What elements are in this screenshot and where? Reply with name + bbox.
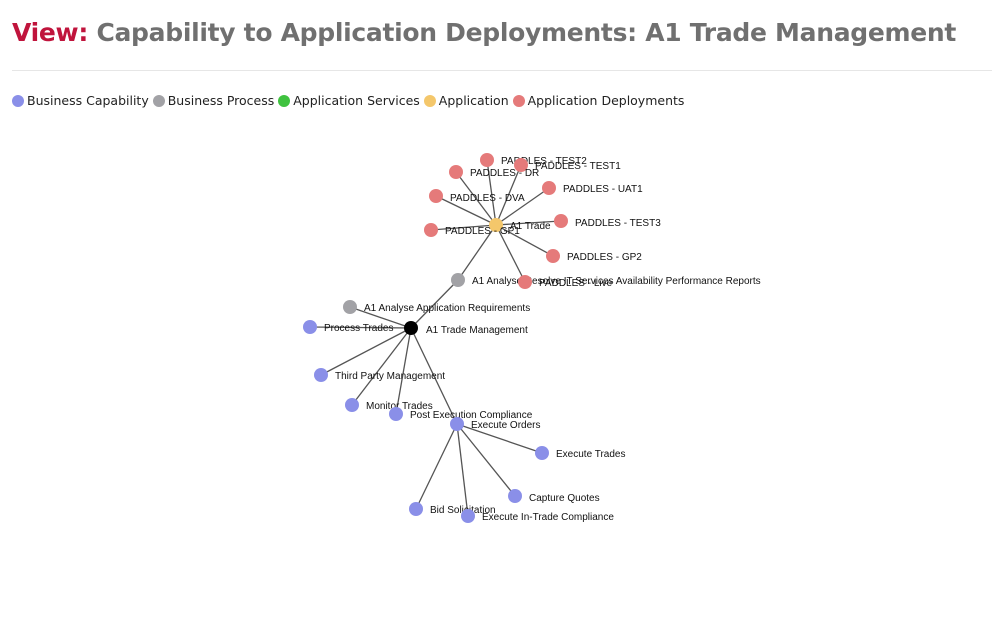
deployment-node-dot-icon[interactable] — [480, 153, 494, 167]
node-label: PADDLES - DVA — [450, 193, 525, 204]
link-execute-orders-to-bid-solicitation — [415, 423, 458, 510]
node-paddles-gp2[interactable]: PADDLES - GP2 — [546, 249, 642, 263]
node-paddles-dr[interactable]: PADDLES - DR — [449, 165, 539, 179]
capability-graph: A1 Trade Management A1 Analyse Applicatio… — [303, 153, 761, 523]
capability-node-dot-icon[interactable] — [535, 446, 549, 460]
node-label: PADDLES - GP1 — [445, 226, 520, 237]
capability-node-dot-icon[interactable] — [389, 407, 403, 421]
node-third-party-management[interactable]: Third Party Management — [314, 368, 445, 382]
deployment-node-dot-icon[interactable] — [542, 181, 556, 195]
deployment-node-dot-icon[interactable] — [518, 275, 532, 289]
graph-nodes: A1 Trade Management A1 Analyse Applicatio… — [303, 153, 761, 523]
graph-links — [309, 159, 562, 517]
capability-node-dot-icon[interactable] — [450, 417, 464, 431]
node-a1-trade-management[interactable]: A1 Trade Management — [404, 321, 528, 336]
node-label: PADDLES - Live — [539, 278, 613, 289]
link-a1-trade-management-to-monitor-trades — [351, 327, 412, 406]
capability-node-dot-icon[interactable] — [461, 509, 475, 523]
node-execute-trades[interactable]: Execute Trades — [535, 446, 625, 460]
node-label: PADDLES - TEST3 — [575, 218, 661, 229]
node-paddles-uat1[interactable]: PADDLES - UAT1 — [542, 181, 643, 195]
node-label: PADDLES - UAT1 — [563, 184, 643, 195]
deployment-node-dot-icon[interactable] — [424, 223, 438, 237]
node-label: Third Party Management — [335, 371, 445, 382]
capability-node-dot-icon[interactable] — [409, 502, 423, 516]
node-label: Process Trades — [324, 323, 393, 334]
node-label: A1 Analyse Resolve IT Services Availabil… — [472, 276, 761, 287]
node-a1-analyse-app-req[interactable]: A1 Analyse Application Requirements — [343, 300, 530, 314]
deployment-node-dot-icon[interactable] — [546, 249, 560, 263]
node-label: Capture Quotes — [529, 493, 600, 504]
node-execute-in-trade-compliance[interactable]: Execute In-Trade Compliance — [461, 509, 614, 523]
link-execute-orders-to-capture-quotes — [456, 423, 516, 497]
node-paddles-test3[interactable]: PADDLES - TEST3 — [554, 214, 661, 229]
node-capture-quotes[interactable]: Capture Quotes — [508, 489, 600, 504]
node-label: Execute Orders — [471, 420, 540, 431]
capability-node-dot-icon[interactable] — [345, 398, 359, 412]
capability-node-dot-icon[interactable] — [314, 368, 328, 382]
root-node-dot-icon[interactable] — [404, 321, 418, 335]
node-process-trades[interactable]: Process Trades — [303, 320, 393, 334]
link-execute-orders-to-execute-in-trade-compliance — [456, 423, 469, 517]
deployment-node-dot-icon[interactable] — [554, 214, 568, 228]
deployment-node-dot-icon[interactable] — [429, 189, 443, 203]
node-label: PADDLES - TEST1 — [535, 161, 621, 172]
node-label: A1 Analyse Application Requirements — [364, 303, 530, 314]
capability-node-dot-icon[interactable] — [303, 320, 317, 334]
process-node-dot-icon[interactable] — [343, 300, 357, 314]
node-label: Execute Trades — [556, 449, 625, 460]
deployment-node-dot-icon[interactable] — [449, 165, 463, 179]
node-label: PADDLES - GP2 — [567, 252, 642, 263]
node-label: Execute In-Trade Compliance — [482, 512, 614, 523]
process-node-dot-icon[interactable] — [451, 273, 465, 287]
node-label: A1 Trade Management — [426, 325, 528, 336]
capability-node-dot-icon[interactable] — [508, 489, 522, 503]
link-a1-trade-management-to-third-party-management — [320, 327, 412, 376]
node-label: PADDLES - DR — [470, 168, 539, 179]
